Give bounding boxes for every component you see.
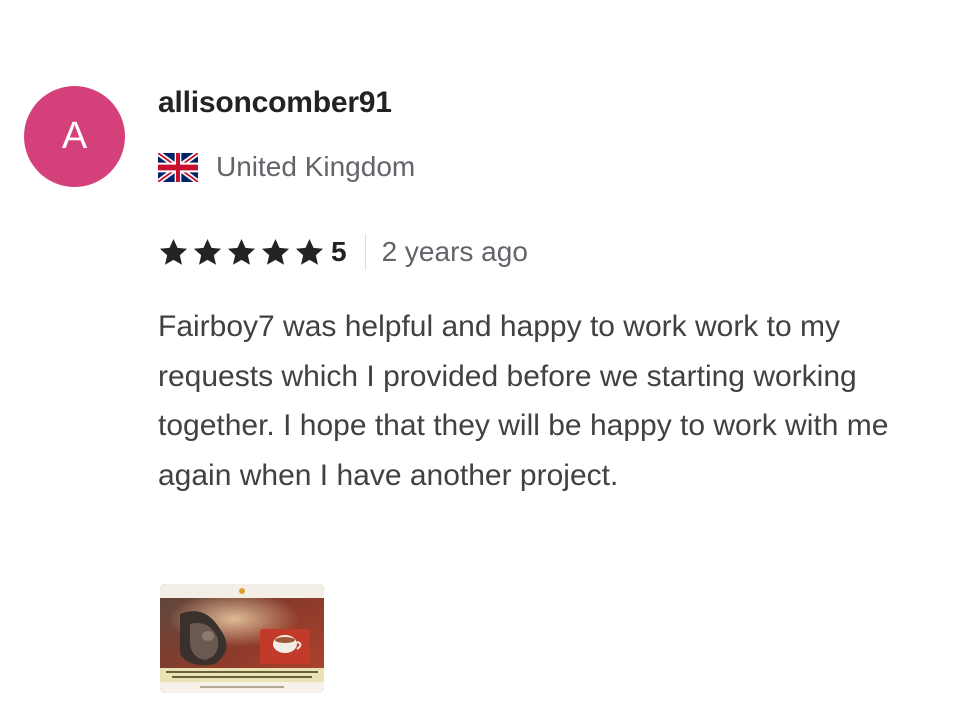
star-rating <box>158 237 328 268</box>
divider <box>364 234 366 270</box>
star-icon <box>227 238 256 265</box>
rating-row: 5 2 years ago <box>158 232 528 272</box>
uk-flag-icon <box>158 152 198 182</box>
attachment-thumbnail[interactable] <box>160 584 324 693</box>
star-icon <box>261 238 290 265</box>
review-text: Fairboy7 was helpful and happy to work w… <box>158 310 889 492</box>
review-time: 2 years ago <box>381 236 528 267</box>
username[interactable]: allisoncomber91 <box>158 86 392 120</box>
rating-value: 5 <box>331 236 347 267</box>
country-row: United Kingdom <box>158 149 415 185</box>
review-card: A allisoncomber91 United Kingdom 5 2 yea… <box>0 0 974 716</box>
country-name: United Kingdom <box>216 151 416 182</box>
star-icon <box>193 238 222 265</box>
star-icon <box>159 238 188 265</box>
avatar[interactable]: A <box>24 86 125 187</box>
star-icon <box>295 238 324 265</box>
avatar-letter: A <box>61 115 88 157</box>
